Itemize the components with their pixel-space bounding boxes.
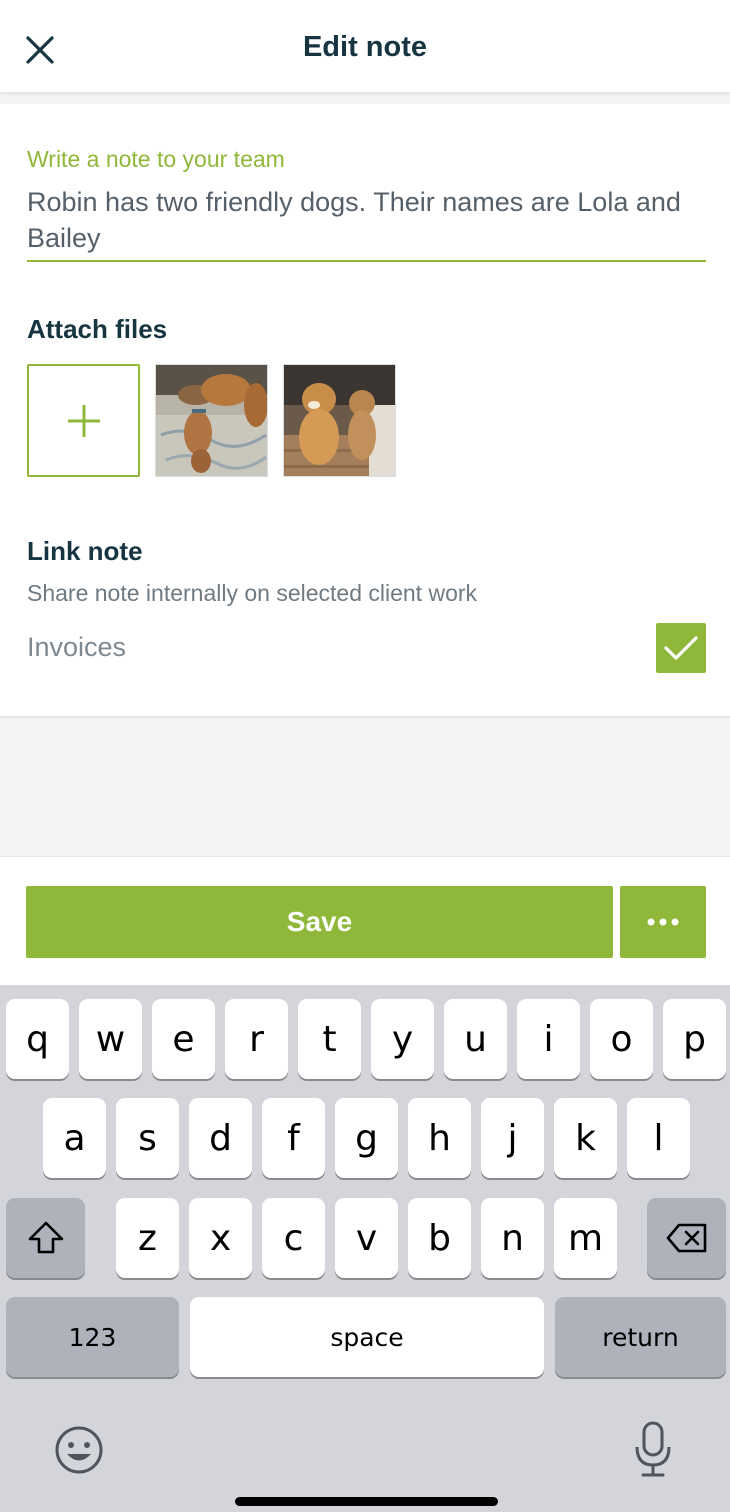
space-key[interactable]: space: [190, 1297, 544, 1377]
key-g[interactable]: g: [335, 1098, 398, 1178]
emoji-icon: [55, 1426, 103, 1474]
empty-gray-area: [0, 718, 730, 857]
invoices-option-label: Invoices: [27, 632, 127, 662]
backspace-icon: [666, 1223, 706, 1253]
more-options-button[interactable]: [620, 886, 706, 958]
key-v[interactable]: v: [335, 1198, 398, 1278]
key-h[interactable]: h: [408, 1098, 471, 1178]
key-z[interactable]: z: [116, 1198, 179, 1278]
key-a[interactable]: a: [43, 1098, 106, 1178]
key-y[interactable]: y: [371, 999, 434, 1079]
ellipsis-icon: [647, 918, 679, 926]
page-title: Edit note: [302, 31, 428, 63]
numbers-key[interactable]: 123: [6, 1297, 179, 1377]
key-d[interactable]: d: [189, 1098, 252, 1178]
key-l[interactable]: l: [627, 1098, 690, 1178]
attached-photo-thumbnail[interactable]: [155, 364, 268, 477]
action-bar-divider: [0, 856, 730, 857]
key-k[interactable]: k: [554, 1098, 617, 1178]
on-screen-keyboard: q w e r t y u i o p a s d f g h j k l z …: [0, 985, 730, 1512]
home-indicator: [235, 1497, 498, 1506]
key-u[interactable]: u: [444, 999, 507, 1079]
header-shadow-strip: [0, 92, 730, 104]
return-key[interactable]: return: [555, 1297, 726, 1377]
key-f[interactable]: f: [262, 1098, 325, 1178]
save-button[interactable]: Save: [26, 886, 613, 958]
microphone-icon: [635, 1421, 671, 1477]
key-m[interactable]: m: [554, 1198, 617, 1278]
key-e[interactable]: e: [152, 999, 215, 1079]
shift-icon: [28, 1221, 63, 1254]
key-t[interactable]: t: [298, 999, 361, 1079]
key-x[interactable]: x: [189, 1198, 252, 1278]
attached-photo-thumbnail[interactable]: [283, 364, 396, 477]
key-c[interactable]: c: [262, 1198, 325, 1278]
shift-key[interactable]: [6, 1198, 85, 1278]
checkmark-icon: [664, 636, 698, 660]
key-q[interactable]: q: [6, 999, 69, 1079]
emoji-button[interactable]: [52, 1423, 106, 1477]
key-i[interactable]: i: [517, 999, 580, 1079]
note-field-label: Write a note to your team: [27, 146, 285, 172]
key-n[interactable]: n: [481, 1198, 544, 1278]
dogs-photo-image: [284, 365, 395, 476]
note-input[interactable]: Robin has two friendly dogs. Their names…: [27, 184, 707, 256]
backspace-key[interactable]: [647, 1198, 726, 1278]
key-r[interactable]: r: [225, 999, 288, 1079]
link-note-description: Share note internally on selected client…: [27, 580, 478, 606]
attach-files-heading: Attach files: [27, 314, 168, 344]
link-note-heading: Link note: [27, 536, 143, 566]
key-o[interactable]: o: [590, 999, 653, 1079]
add-file-button[interactable]: [27, 364, 140, 477]
key-b[interactable]: b: [408, 1198, 471, 1278]
invoices-checkbox[interactable]: [656, 623, 706, 673]
dog-photo-image: [156, 365, 267, 476]
key-p[interactable]: p: [663, 999, 726, 1079]
note-input-underline: [27, 260, 706, 262]
key-s[interactable]: s: [116, 1098, 179, 1178]
top-bar: Edit note: [0, 0, 730, 92]
dictation-button[interactable]: [630, 1419, 676, 1479]
key-w[interactable]: w: [79, 999, 142, 1079]
plus-icon: [67, 404, 100, 437]
key-j[interactable]: j: [481, 1098, 544, 1178]
